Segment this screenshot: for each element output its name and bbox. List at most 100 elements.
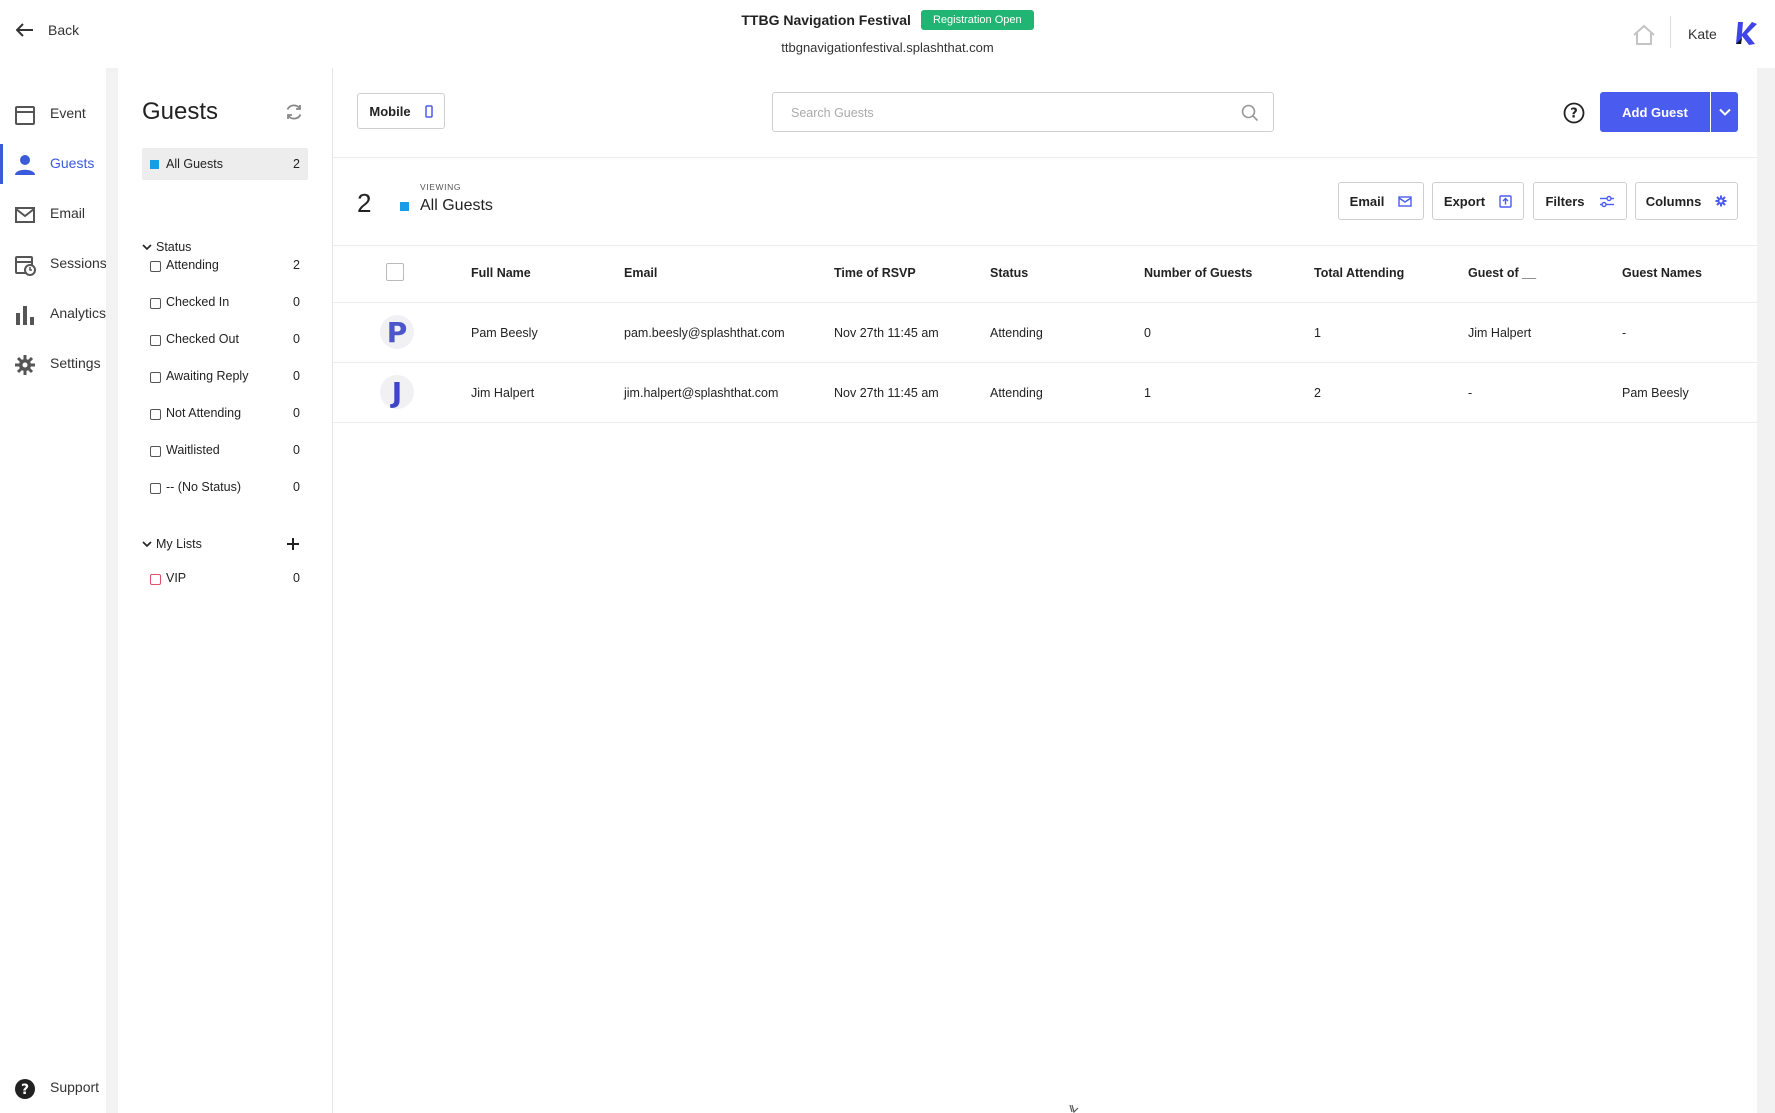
table-row[interactable]: J Jim Halpert jim.halpert@splashthat.com… xyxy=(333,363,1757,422)
status-item-checked-out[interactable]: Checked Out 0 xyxy=(142,325,308,353)
chevron-down-icon xyxy=(142,244,152,251)
nav-label: Event xyxy=(50,105,86,121)
bar-chart-icon xyxy=(16,306,34,325)
divider xyxy=(333,422,1757,423)
email-guests-button[interactable]: Email xyxy=(1338,182,1424,220)
list-item-all-guests[interactable]: All Guests 2 xyxy=(142,148,308,180)
chevron-down-icon xyxy=(142,541,152,548)
nav-item-settings[interactable]: Settings xyxy=(0,344,106,384)
home-icon[interactable] xyxy=(1632,24,1656,46)
column-header-total-attending[interactable]: Total Attending xyxy=(1314,266,1404,280)
gear-icon xyxy=(15,355,35,375)
status-item-not-attending[interactable]: Not Attending 0 xyxy=(142,399,308,427)
svg-text:?: ? xyxy=(21,1082,29,1098)
columns-button[interactable]: Columns xyxy=(1635,182,1738,220)
export-button[interactable]: Export xyxy=(1432,182,1524,220)
column-header-email[interactable]: Email xyxy=(624,266,657,280)
status-label: Checked Out xyxy=(166,332,239,346)
chevron-down-icon xyxy=(1718,108,1731,116)
status-checkbox[interactable] xyxy=(150,446,161,457)
nav-gutter xyxy=(106,68,118,1113)
column-header-guest-of[interactable]: Guest of __ xyxy=(1468,266,1536,280)
cell-guest-of: - xyxy=(1468,386,1473,400)
search-input[interactable] xyxy=(789,103,1213,123)
add-guest-button[interactable]: Add Guest xyxy=(1600,92,1710,132)
cell-number-of-guests: 0 xyxy=(1144,326,1151,340)
nav-item-guests[interactable]: Guests xyxy=(0,144,106,184)
column-header-time-of-rsvp[interactable]: Time of RSVP xyxy=(834,266,916,280)
my-lists-section-toggle[interactable]: My Lists xyxy=(142,537,202,551)
cell-total-attending: 1 xyxy=(1314,326,1321,340)
add-guest-dropdown[interactable] xyxy=(1711,92,1738,132)
status-checkbox[interactable] xyxy=(150,483,161,494)
status-label: Not Attending xyxy=(166,406,242,420)
avatar: P xyxy=(380,315,414,349)
panel-title: Guests xyxy=(142,98,219,125)
nav-label: Support xyxy=(50,1079,100,1095)
export-icon xyxy=(1499,194,1512,208)
nav-item-analytics[interactable]: Analytics xyxy=(0,294,106,334)
event-name: TTBG Navigation Festival xyxy=(741,12,911,28)
nav-item-support[interactable]: ? Support xyxy=(0,1068,106,1108)
export-label: Export xyxy=(1443,193,1486,209)
gear-icon xyxy=(1715,195,1727,207)
status-label: Attending xyxy=(166,258,219,272)
column-header-number-of-guests[interactable]: Number of Guests xyxy=(1144,266,1252,280)
table-row[interactable]: P Pam Beesly pam.beesly@splashthat.com N… xyxy=(333,303,1757,362)
cell-guest-of: Jim Halpert xyxy=(1468,326,1532,340)
filters-button[interactable]: Filters xyxy=(1533,182,1627,220)
status-count: 0 xyxy=(293,332,300,346)
splash-logo-icon[interactable] xyxy=(1734,20,1758,46)
nav-label: Sessions xyxy=(50,255,107,271)
status-checkbox[interactable] xyxy=(150,372,161,383)
mobile-view-button[interactable]: Mobile xyxy=(357,93,445,129)
column-header-status[interactable]: Status xyxy=(990,266,1028,280)
user-menu[interactable]: Kate xyxy=(1688,26,1717,42)
status-checkbox[interactable] xyxy=(150,261,161,272)
nav-label: Settings xyxy=(50,355,101,371)
status-count: 2 xyxy=(293,258,300,272)
cell-time-of-rsvp: Nov 27th 11:45 am xyxy=(834,326,939,340)
status-item-awaiting-reply[interactable]: Awaiting Reply 0 xyxy=(142,362,308,390)
column-header-guest-names[interactable]: Guest Names xyxy=(1622,266,1702,280)
right-gutter xyxy=(1757,68,1775,1113)
status-checkbox[interactable] xyxy=(150,335,161,346)
search-icon[interactable] xyxy=(1241,104,1259,122)
status-item-checked-in[interactable]: Checked In 0 xyxy=(142,288,308,316)
cell-time-of-rsvp: Nov 27th 11:45 am xyxy=(834,386,939,400)
status-item-no-status[interactable]: -- (No Status) 0 xyxy=(142,473,308,501)
status-item-waitlisted[interactable]: Waitlisted 0 xyxy=(142,436,308,464)
column-header-full-name[interactable]: Full Name xyxy=(471,266,531,280)
search-box xyxy=(772,92,1274,132)
viewing-list-name: All Guests xyxy=(420,197,493,214)
person-icon xyxy=(15,155,35,175)
select-all-checkbox[interactable] xyxy=(386,263,404,281)
status-label: Checked In xyxy=(166,295,230,309)
cell-email: jim.halpert@splashthat.com xyxy=(624,386,779,400)
nav-item-email[interactable]: Email xyxy=(0,194,106,234)
status-item-attending[interactable]: Attending 2 xyxy=(142,251,308,279)
refresh-icon[interactable] xyxy=(284,102,304,122)
status-checkbox[interactable] xyxy=(150,409,161,420)
cell-full-name: Pam Beesly xyxy=(471,326,538,340)
nav-item-event[interactable]: Event xyxy=(0,94,106,134)
registration-status-badge[interactable]: Registration Open xyxy=(920,10,1034,30)
cell-guest-names: - xyxy=(1622,326,1627,340)
calendar-icon xyxy=(15,106,35,125)
email-label: Email xyxy=(1349,193,1385,209)
list-checkbox[interactable] xyxy=(150,574,161,585)
event-url[interactable]: ttbgnavigationfestival.splashthat.com xyxy=(0,40,1775,55)
cell-status: Attending xyxy=(990,326,1043,340)
list-label: All Guests xyxy=(166,157,223,171)
list-item-vip[interactable]: VIP 0 xyxy=(142,564,308,592)
nav-label: Guests xyxy=(50,155,95,171)
cell-total-attending: 2 xyxy=(1314,386,1321,400)
status-count: 0 xyxy=(293,295,300,309)
status-checkbox[interactable] xyxy=(150,298,161,309)
list-count: 0 xyxy=(293,571,300,585)
add-list-icon[interactable] xyxy=(286,537,300,551)
help-icon[interactable]: ? xyxy=(1563,102,1585,124)
status-label: Waitlisted xyxy=(166,443,220,457)
nav-item-sessions[interactable]: Sessions xyxy=(0,244,107,284)
left-nav: Event Guests Email Sessions Analytics Se… xyxy=(0,68,107,1113)
